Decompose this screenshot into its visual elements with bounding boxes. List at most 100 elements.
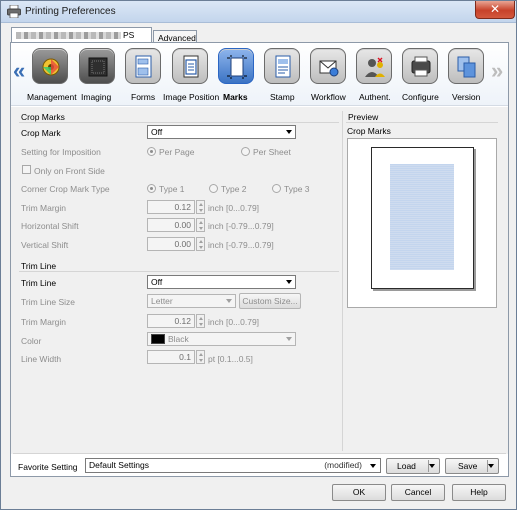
h-shift-input[interactable]: 0.00 <box>147 218 195 232</box>
save-button-label: Save <box>458 461 478 471</box>
crop-marks-group-title: Crop Marks <box>21 112 65 122</box>
trim-margin-label: Trim Margin <box>21 203 67 213</box>
favorite-modified-status: (modified) <box>324 460 362 470</box>
favorite-setting-value: Default Settings <box>89 460 150 470</box>
load-button-label: Load <box>397 461 416 471</box>
trim-line-label: Trim Line <box>21 278 57 288</box>
imposition-label: Setting for Imposition <box>21 147 101 157</box>
vertical-divider <box>342 111 343 451</box>
front-side-checkbox[interactable] <box>22 165 31 174</box>
trim-line-value: Off <box>151 277 163 287</box>
custom-size-button[interactable]: Custom Size... <box>239 293 301 309</box>
crop-mark-select[interactable]: Off <box>147 125 296 139</box>
trim-margin-spinner[interactable] <box>196 200 205 214</box>
chevron-down-icon <box>286 280 292 284</box>
category-management[interactable] <box>29 46 71 90</box>
window-title: Printing Preferences <box>25 6 116 17</box>
per-sheet-label: Per Sheet <box>253 147 291 157</box>
category-management-label: Management <box>27 92 77 102</box>
category-version-label: Version <box>452 92 481 102</box>
category-image-position[interactable] <box>169 46 211 90</box>
category-authentication[interactable] <box>353 46 395 90</box>
v-shift-label: Vertical Shift <box>21 240 69 250</box>
favorite-divider <box>13 453 506 454</box>
v-shift-input[interactable]: 0.00 <box>147 237 195 251</box>
chevron-down-icon <box>488 464 494 468</box>
type1-radio[interactable] <box>147 184 156 193</box>
crop-marks-group-line <box>19 122 339 123</box>
scroll-right-icon[interactable]: » <box>491 60 503 82</box>
front-side-label: Only on Front Side <box>34 166 105 176</box>
category-workflow[interactable] <box>307 46 349 90</box>
h-shift-spinner[interactable] <box>196 218 205 232</box>
category-imaging-label: Imaging <box>81 92 112 102</box>
category-version[interactable] <box>445 46 487 90</box>
category-imaging[interactable] <box>76 46 118 90</box>
trim-line-margin-input[interactable]: 0.12 <box>147 314 195 328</box>
trim-line-size-value: Letter <box>151 296 173 306</box>
category-marks[interactable] <box>215 46 257 90</box>
trim-line-select[interactable]: Off <box>147 275 296 289</box>
printer-name-redacted <box>16 32 121 39</box>
h-shift-range: inch [-0.79...0.79] <box>208 221 274 231</box>
category-forms[interactable] <box>122 46 164 90</box>
color-value: Black <box>168 334 189 344</box>
trim-line-size-label: Trim Line Size <box>21 297 76 307</box>
close-button[interactable]: ✕ <box>475 1 515 19</box>
image-position-icon <box>183 55 199 78</box>
authentication-icon <box>365 57 385 77</box>
preview-print-area <box>390 164 454 270</box>
type3-radio[interactable] <box>272 184 281 193</box>
type1-label: Type 1 <box>159 184 185 194</box>
crop-mark-value: Off <box>151 127 163 137</box>
category-stamp[interactable] <box>261 46 303 90</box>
close-icon: ✕ <box>489 2 501 16</box>
type2-radio[interactable] <box>209 184 218 193</box>
tab-ps-label: PS <box>123 30 135 40</box>
help-button[interactable]: Help <box>452 484 506 501</box>
per-page-radio[interactable] <box>147 147 156 156</box>
load-button[interactable]: Load <box>386 458 440 474</box>
category-authentication-label: Authent. <box>359 92 391 102</box>
crop-mark-label: Crop Mark <box>21 128 61 138</box>
favorite-setting-select[interactable]: Default Settings (modified) <box>85 458 381 473</box>
category-forms-label: Forms <box>131 92 156 102</box>
line-width-spinner[interactable] <box>196 350 205 364</box>
marks-icon <box>227 55 247 79</box>
category-workflow-label: Workflow <box>311 92 346 102</box>
v-shift-spinner[interactable] <box>196 237 205 251</box>
color-select[interactable]: Black <box>147 332 296 346</box>
workflow-icon <box>319 60 339 77</box>
scroll-left-icon[interactable]: « <box>13 60 25 82</box>
chevron-down-icon <box>370 464 376 468</box>
color-label: Color <box>21 336 42 346</box>
save-button[interactable]: Save <box>445 458 499 474</box>
chevron-down-icon <box>429 464 435 468</box>
category-configure-label: Configure <box>402 92 439 102</box>
preview-caption: Crop Marks <box>347 126 391 136</box>
category-configure[interactable] <box>399 46 441 90</box>
trim-line-margin-spinner[interactable] <box>196 314 205 328</box>
imaging-icon <box>88 57 108 77</box>
per-sheet-radio[interactable] <box>241 147 250 156</box>
trim-margin-input[interactable]: 0.12 <box>147 200 195 214</box>
configure-icon <box>411 56 431 77</box>
category-stamp-label: Stamp <box>270 92 295 102</box>
preview-group-line <box>346 122 498 123</box>
trim-line-size-select[interactable]: Letter <box>147 294 236 308</box>
per-page-label: Per Page <box>159 147 195 157</box>
color-swatch <box>151 334 165 344</box>
printer-icon <box>7 5 21 18</box>
chevron-down-icon <box>286 130 292 134</box>
category-image-position-label: Image Position <box>163 92 220 102</box>
trim-line-margin-range: inch [0...0.79] <box>208 317 260 327</box>
h-shift-label: Horizontal Shift <box>21 221 79 231</box>
trim-line-margin-label: Trim Margin <box>21 317 67 327</box>
line-width-range: pt [0.1...0.5] <box>208 354 253 364</box>
printing-preferences-window: Printing Preferences ✕ PS Advanced « » M… <box>0 0 517 510</box>
chevron-down-icon <box>286 337 292 341</box>
cancel-button[interactable]: Cancel <box>391 484 445 501</box>
line-width-input[interactable]: 0.1 <box>147 350 195 364</box>
ok-button[interactable]: OK <box>332 484 386 501</box>
title-bar[interactable]: Printing Preferences ✕ <box>1 1 516 23</box>
